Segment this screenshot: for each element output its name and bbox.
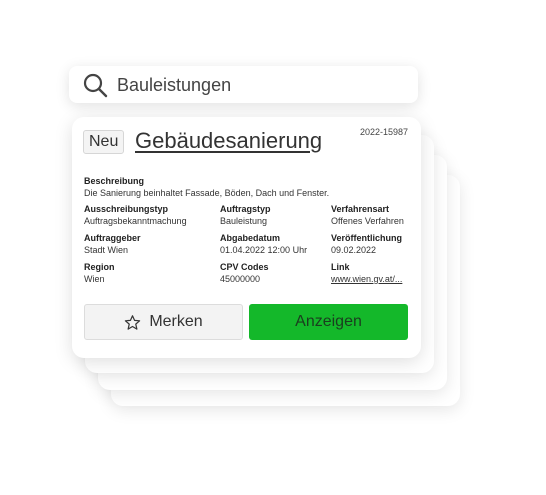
- detail-label: Abgabedatum: [220, 233, 281, 243]
- link-field: Link www.wien.gv.at/...: [331, 261, 409, 285]
- detail-field: Auftragstyp Bauleistung: [220, 203, 271, 227]
- detail-field: Ausschreibungstyp Auftragsbekanntmachung: [84, 203, 187, 227]
- search-input[interactable]: Bauleistungen: [117, 75, 231, 96]
- search-icon: [83, 73, 108, 98]
- detail-label: Auftraggeber: [84, 233, 141, 243]
- detail-field: Auftraggeber Stadt Wien: [84, 232, 141, 256]
- detail-value: 45000000: [220, 274, 261, 284]
- tender-card: Neu Gebäudesanierung 2022-15987 Beschrei…: [72, 117, 421, 358]
- detail-field: Veröffentlichung 09.02.2022: [331, 232, 402, 256]
- show-button[interactable]: Anzeigen: [249, 304, 408, 340]
- bookmark-label: Merken: [149, 313, 203, 330]
- new-badge: Neu: [83, 130, 125, 154]
- detail-field: CPV Codes 45000000: [220, 261, 269, 285]
- detail-label: Auftragstyp: [220, 204, 271, 214]
- description-value: Die Sanierung beinhaltet Fassade, Böden,…: [84, 188, 330, 198]
- reference-number: 2022-15987: [359, 127, 408, 137]
- tender-title[interactable]: Gebäudesanierung: [135, 128, 322, 154]
- detail-field: Region Wien: [84, 261, 115, 285]
- detail-value: Stadt Wien: [84, 245, 129, 255]
- show-label: Anzeigen: [295, 313, 362, 330]
- description-field: Beschreibung Die Sanierung beinhaltet Fa…: [84, 175, 329, 199]
- detail-label: Ausschreibungstyp: [84, 204, 169, 214]
- detail-value: Wien: [84, 274, 105, 284]
- detail-label: Veröffentlichung: [331, 233, 403, 243]
- description-label: Beschreibung: [84, 176, 145, 186]
- detail-value: Auftragsbekanntmachung: [84, 216, 187, 226]
- detail-field: Abgabedatum 01.04.2022 12:00 Uhr: [220, 232, 307, 256]
- detail-value: 09.02.2022: [331, 245, 377, 255]
- detail-label: Verfahrensart: [331, 204, 390, 214]
- detail-label: Region: [84, 262, 115, 272]
- detail-value: Bauleistung: [220, 216, 268, 226]
- detail-field: Verfahrensart Offenes Verfahren: [331, 203, 404, 227]
- detail-value: 01.04.2022 12:00 Uhr: [220, 245, 308, 255]
- detail-value: Offenes Verfahren: [331, 216, 404, 226]
- link-label: Link: [331, 262, 350, 272]
- search-bar[interactable]: Bauleistungen: [69, 66, 418, 103]
- detail-label: CPV Codes: [220, 262, 269, 272]
- tender-link[interactable]: www.wien.gv.at/...: [331, 273, 409, 285]
- star-icon: [125, 314, 141, 330]
- bookmark-button[interactable]: Merken: [84, 304, 243, 340]
